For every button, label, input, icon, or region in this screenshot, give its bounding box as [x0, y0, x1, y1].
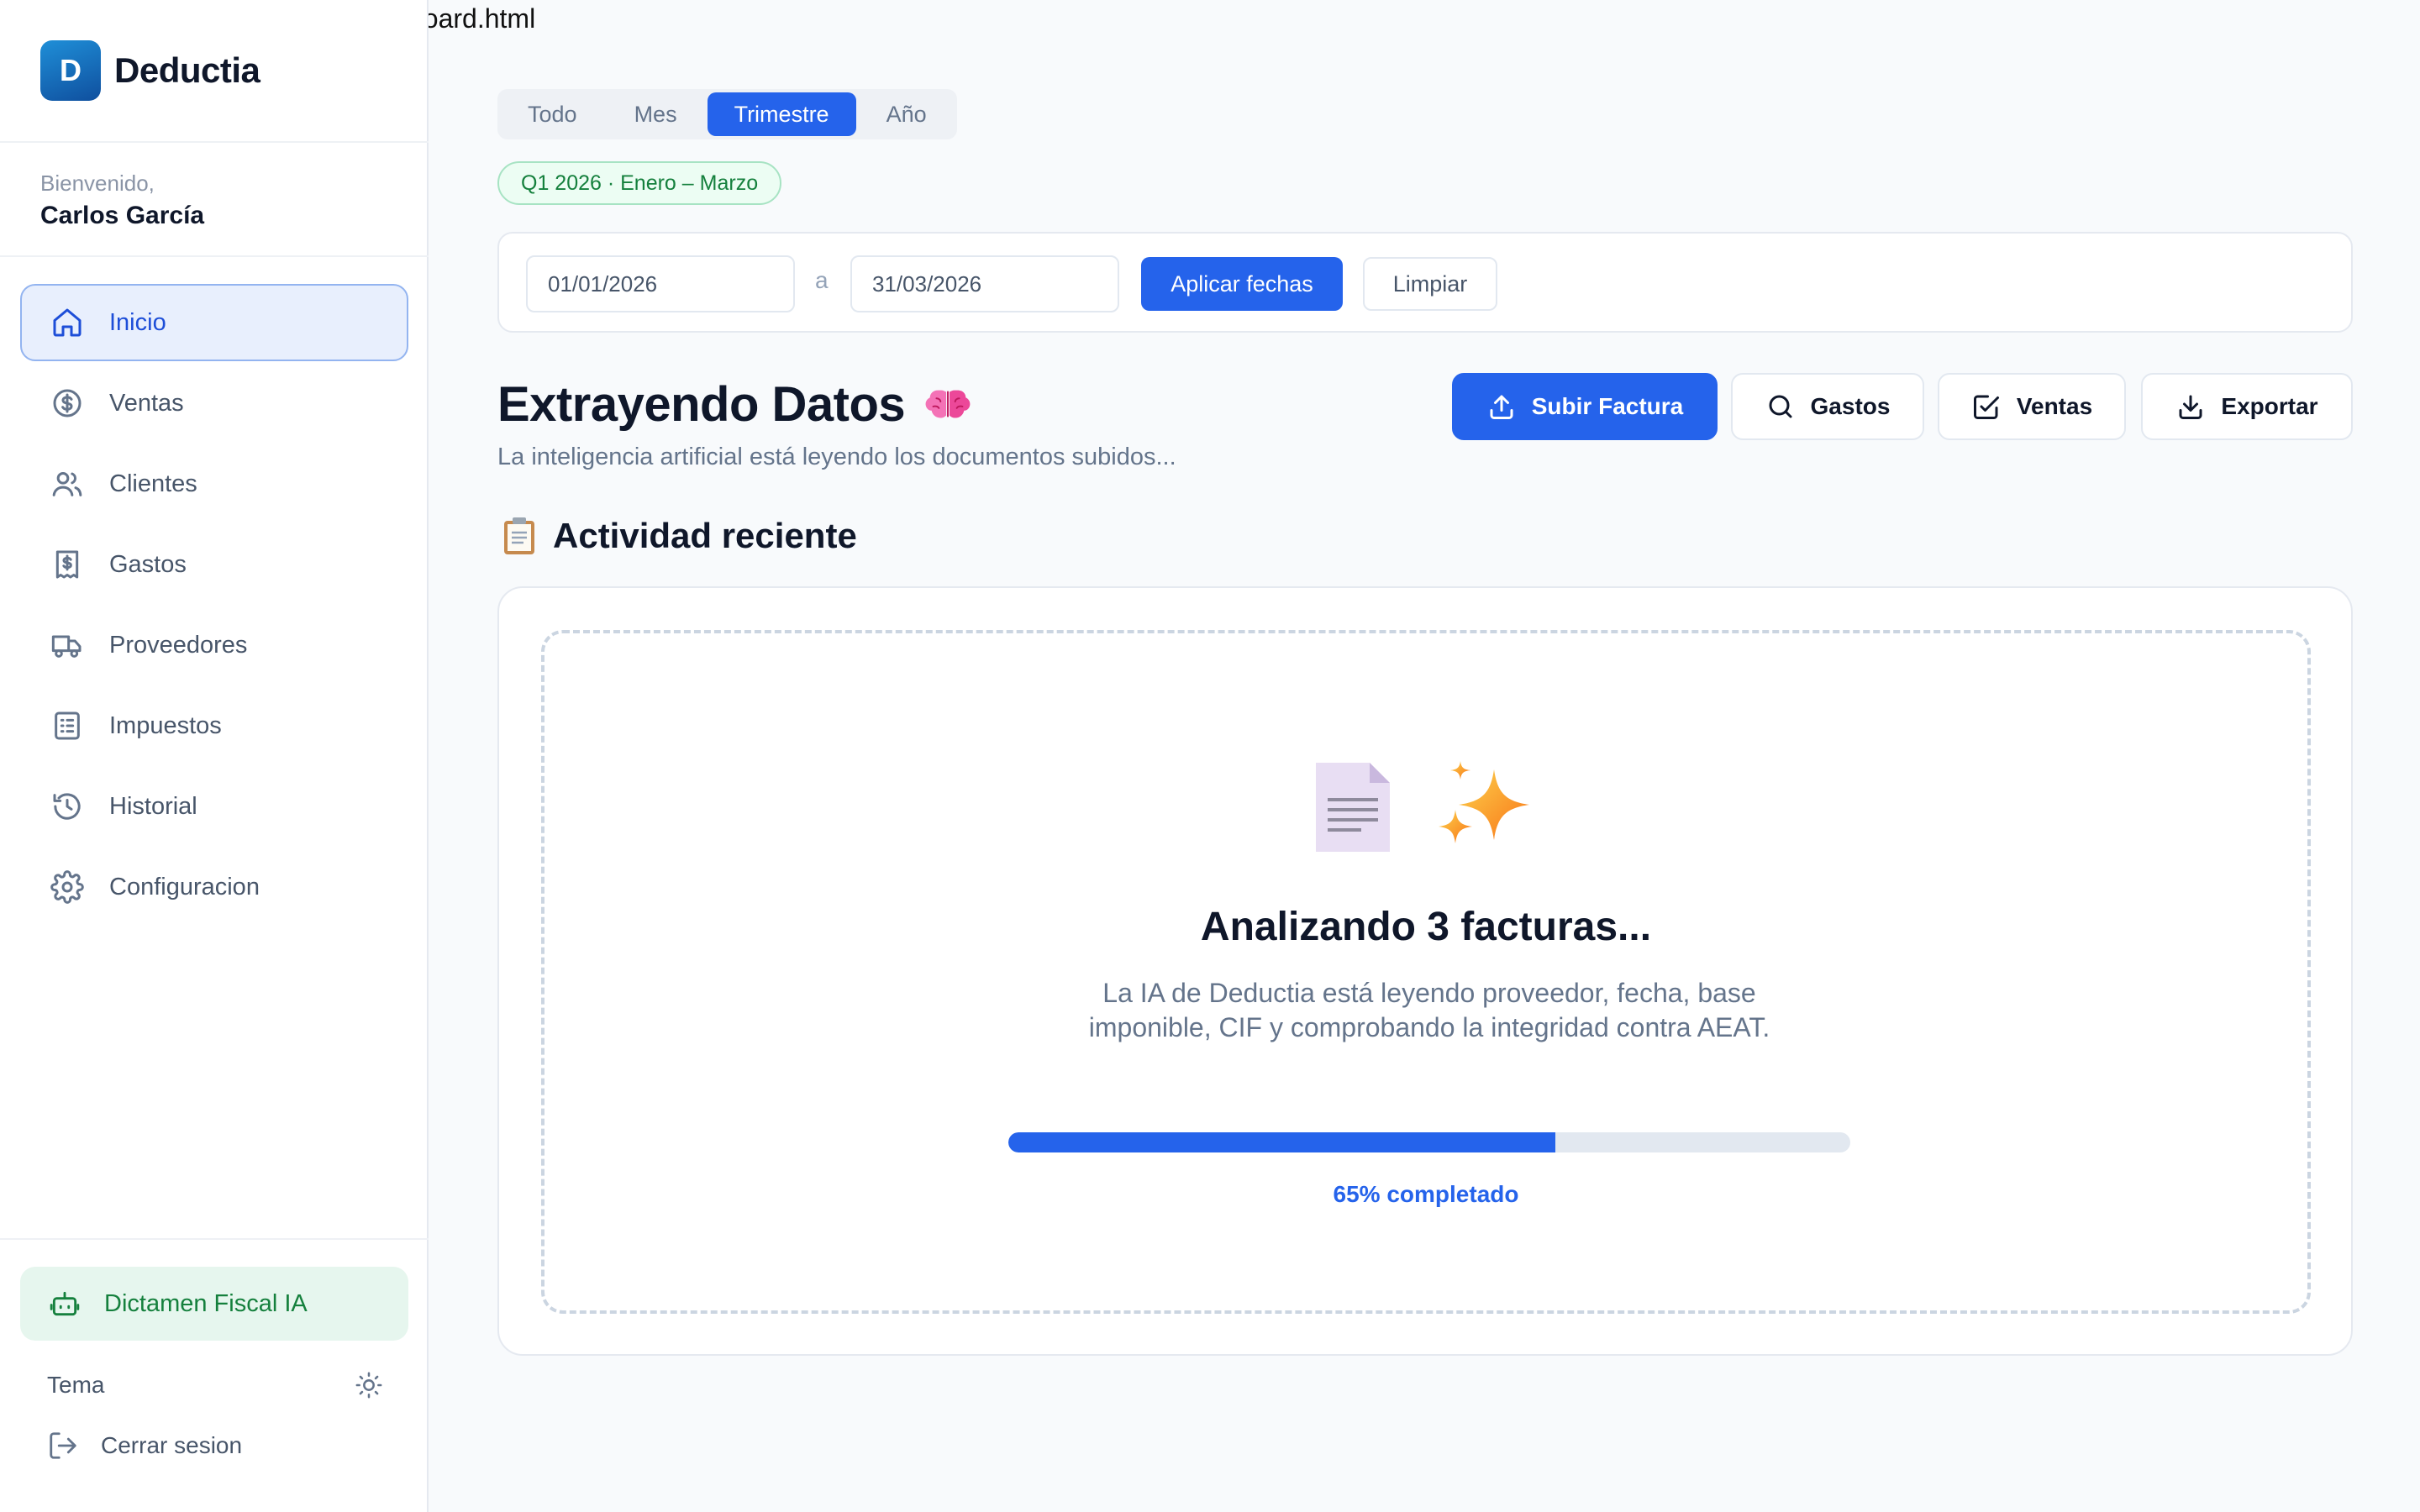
analyzing-title: Analizando 3 facturas...: [1200, 905, 1652, 949]
analyzing-description: La IA de Deductia está leyendo proveedor…: [1088, 978, 1770, 1042]
page-subtitle: La inteligencia artificial está leyendo …: [497, 444, 1176, 470]
sidebar: D Deductia Bienvenido, Carlos García Ini…: [0, 0, 429, 1512]
quarter-badge: Q1 2026 · Enero – Marzo: [497, 161, 782, 205]
activity-card: Analizando 3 facturas... La IA de Deduct…: [497, 586, 2353, 1356]
users-icon: [52, 472, 82, 496]
brand[interactable]: D Deductia: [40, 40, 260, 101]
welcome-block: Bienvenido, Carlos García: [40, 171, 204, 230]
truck-icon: [51, 635, 82, 658]
recent-activity-label: Actividad reciente: [553, 516, 857, 555]
expenses-button-label: Gastos: [1810, 393, 1891, 419]
brain-icon: [925, 390, 971, 417]
clear-dates-button[interactable]: Limpiar: [1363, 257, 1497, 311]
divider: [0, 1238, 429, 1240]
expenses-search-button[interactable]: Gastos: [1731, 373, 1924, 440]
gear-icon: [50, 870, 84, 904]
date-to-input[interactable]: 31/03/2026: [850, 255, 1119, 312]
sun-icon[interactable]: [355, 1371, 383, 1399]
dollar-circle-icon: [53, 389, 82, 417]
user-name: Carlos García: [40, 202, 205, 229]
sidebar-item-gastos[interactable]: Gastos: [20, 526, 408, 603]
theme-label: Tema: [47, 1372, 105, 1398]
sidebar-item-label: Historial: [109, 792, 197, 820]
search-icon: [1769, 395, 1792, 418]
analysis-progress-fill: [1008, 1132, 1556, 1152]
period-ano[interactable]: Año: [860, 92, 954, 136]
upload-icon: [1490, 395, 1513, 419]
theme-row: Tema: [47, 1364, 383, 1406]
period-selector: Todo Mes Trimestre Año: [497, 89, 957, 139]
upload-invoice-button[interactable]: Subir Factura: [1452, 373, 1718, 440]
divider: [0, 255, 429, 257]
sidebar-item-historial[interactable]: Historial: [20, 768, 408, 845]
date-range-bar: 01/01/2026 a 31/03/2026 Aplicar fechas L…: [497, 232, 2353, 333]
document-icon: [1316, 763, 1390, 852]
clipboard-icon: [504, 517, 534, 554]
welcome-label: Bienvenido,: [40, 171, 155, 196]
download-icon: [2179, 395, 2202, 419]
logout-label: Cerrar sesion: [101, 1432, 243, 1458]
robot-icon: [50, 1291, 80, 1316]
period-trimestre[interactable]: Trimestre: [707, 92, 856, 136]
sparkles-icon: [1439, 761, 1529, 843]
browser-tab-title: board.html: [429, 3, 536, 34]
apply-dates-button[interactable]: Aplicar fechas: [1141, 257, 1343, 311]
date-separator: a: [815, 267, 829, 293]
sidebar-item-label: Configuracion: [109, 873, 260, 900]
analysis-progress-bar: [1008, 1132, 1850, 1152]
upload-invoice-label: Subir Factura: [1531, 393, 1684, 419]
ledger-icon: [55, 711, 80, 740]
history-icon: [53, 793, 81, 820]
sales-button[interactable]: Ventas: [1938, 373, 2126, 440]
sidebar-item-configuracion[interactable]: Configuracion: [20, 848, 408, 926]
dictamen-fiscal-button[interactable]: Dictamen Fiscal IA: [20, 1267, 408, 1341]
progress-label: 65% completado: [1333, 1181, 1519, 1207]
sidebar-item-label: Proveedores: [109, 631, 248, 659]
logout-button[interactable]: Cerrar sesion: [47, 1430, 242, 1462]
sidebar-item-inicio[interactable]: Inicio: [20, 284, 408, 361]
sidebar-item-label: Inicio: [109, 308, 166, 336]
sidebar-nav: Inicio Ventas Clientes Gastos Proveedore…: [20, 284, 408, 929]
receipt-icon: [55, 550, 79, 579]
period-todo[interactable]: Todo: [501, 92, 604, 136]
sidebar-item-proveedores[interactable]: Proveedores: [20, 606, 408, 684]
recent-activity-title: Actividad reciente: [501, 516, 857, 556]
home-icon: [53, 308, 82, 337]
date-from-input[interactable]: 01/01/2026: [526, 255, 795, 312]
sales-button-label: Ventas: [2016, 393, 2093, 419]
export-button[interactable]: Exportar: [2141, 373, 2353, 440]
brand-name: Deductia: [114, 50, 260, 90]
checkbox-edit-icon: [1973, 395, 1999, 419]
export-button-label: Exportar: [2221, 393, 2318, 419]
sidebar-item-label: Gastos: [109, 550, 187, 578]
sidebar-item-clientes[interactable]: Clientes: [20, 445, 408, 522]
logout-icon: [50, 1432, 76, 1459]
page-title-text: Extrayendo Datos: [497, 377, 906, 432]
sidebar-item-label: Clientes: [109, 470, 197, 497]
divider: [0, 141, 429, 143]
dictamen-fiscal-label: Dictamen Fiscal IA: [104, 1289, 308, 1317]
brand-logo: D: [40, 40, 101, 101]
sidebar-item-label: Impuestos: [109, 711, 222, 739]
page-title: Extrayendo Datos: [497, 376, 974, 433]
sidebar-item-ventas[interactable]: Ventas: [20, 365, 408, 442]
analysis-dropzone: Analizando 3 facturas... La IA de Deduct…: [541, 630, 2311, 1314]
period-mes[interactable]: Mes: [608, 92, 704, 136]
sidebar-item-label: Ventas: [109, 389, 184, 417]
sidebar-item-impuestos[interactable]: Impuestos: [20, 687, 408, 764]
